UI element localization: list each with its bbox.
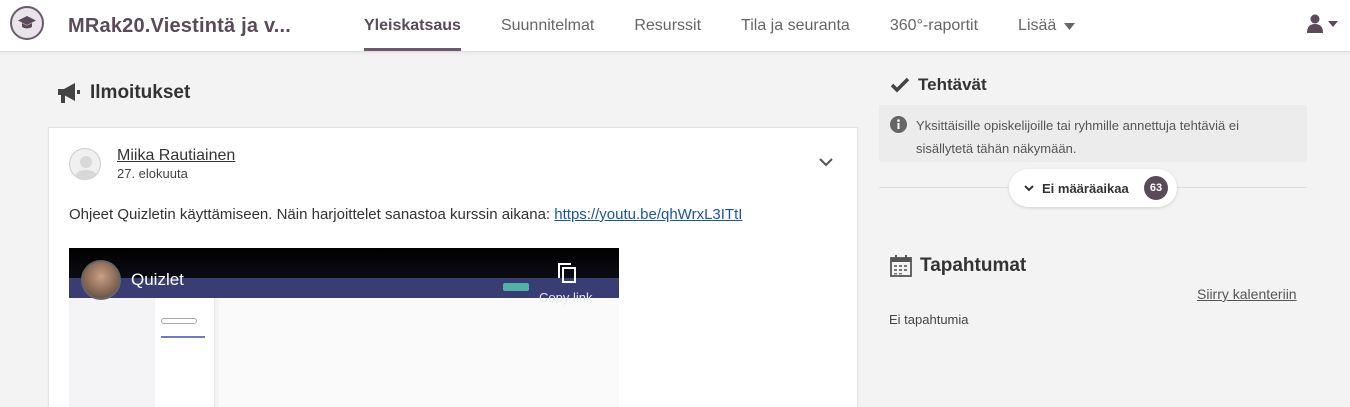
- events-title: Tapahtumat: [920, 255, 1027, 276]
- video-preview-flashcards-chip: [161, 318, 197, 324]
- post-text: Ohjeet Quizletin käyttämiseen. Näin harj…: [69, 206, 555, 223]
- info-icon: [890, 116, 907, 138]
- nav-more-label: Lisää: [1018, 17, 1057, 34]
- megaphone-icon: [58, 83, 80, 103]
- video-embed[interactable]: Quizlet Copy link: [69, 248, 619, 407]
- nav-tab-tila-ja-seuranta[interactable]: Tila ja seuranta: [741, 0, 850, 52]
- tasks-info-text: Yksittäisille opiskelijoille tai ryhmill…: [916, 118, 1239, 156]
- copy-link-icon[interactable]: [557, 262, 577, 289]
- video-preview-content: [219, 298, 619, 407]
- go-to-calendar-link[interactable]: Siirry kalenteriin: [1197, 286, 1297, 302]
- announcement-card: Miika Rautiainen 27. elokuuta Ohjeet Qui…: [48, 127, 858, 407]
- nav-tab-resurssit[interactable]: Resurssit: [634, 0, 701, 52]
- user-menu[interactable]: [1307, 14, 1338, 33]
- copy-link-label[interactable]: Copy link: [539, 290, 592, 305]
- check-icon: [890, 77, 910, 93]
- announcements-title: Ilmoitukset: [90, 82, 191, 103]
- chevron-down-icon[interactable]: [819, 154, 833, 172]
- nav-tab-360-raportit[interactable]: 360°-raportit: [890, 0, 978, 52]
- no-events-text: Ei tapahtumia: [889, 312, 969, 327]
- video-preview-progress-line: [161, 336, 205, 338]
- events-header: Tapahtumat: [890, 255, 1026, 277]
- filter-label: Ei määräaikaa: [1042, 180, 1129, 196]
- avatar-placeholder-icon: [74, 156, 98, 179]
- video-preview-sidebar: [155, 298, 215, 407]
- top-navigation-bar: MRak20.Viestintä ja v... Yleiskatsaus Su…: [0, 0, 1350, 52]
- channel-avatar[interactable]: [81, 260, 121, 300]
- post-link[interactable]: https://youtu.be/qhWrxL3ITtI: [554, 206, 742, 223]
- nav-more-dropdown[interactable]: Lisää: [1018, 0, 1076, 52]
- main-nav: Yleiskatsaus Suunnitelmat Resurssit Tila…: [364, 0, 1115, 52]
- task-count-badge: 63: [1144, 176, 1168, 200]
- tasks-title: Tehtävät: [918, 75, 987, 94]
- graduation-cap-icon[interactable]: [10, 6, 44, 40]
- author-name-link[interactable]: Miika Rautiainen: [117, 147, 235, 165]
- chevron-down-icon: [1024, 184, 1034, 191]
- caret-down-icon: [1328, 20, 1338, 27]
- post-date: 27. elokuuta: [117, 166, 188, 181]
- nav-tab-suunnitelmat[interactable]: Suunnitelmat: [501, 0, 594, 52]
- announcements-header: Ilmoitukset: [56, 82, 190, 104]
- post-body: Ohjeet Quizletin käyttämiseen. Näin harj…: [69, 206, 742, 223]
- course-title[interactable]: MRak20.Viestintä ja v...: [68, 15, 291, 38]
- no-deadline-filter-button[interactable]: Ei määräaikaa 63: [1009, 169, 1177, 207]
- calendar-icon: [890, 255, 912, 277]
- caret-down-icon: [1064, 22, 1076, 30]
- author-avatar: [69, 148, 101, 180]
- video-title[interactable]: Quizlet: [131, 270, 184, 290]
- video-preview-signup-chip: [503, 283, 529, 291]
- user-icon: [1307, 14, 1323, 33]
- tasks-header: Tehtävät: [890, 75, 987, 95]
- nav-tab-yleiskatsaus[interactable]: Yleiskatsaus: [364, 0, 461, 52]
- tasks-info-box: Yksittäisille opiskelijoille tai ryhmill…: [879, 105, 1307, 162]
